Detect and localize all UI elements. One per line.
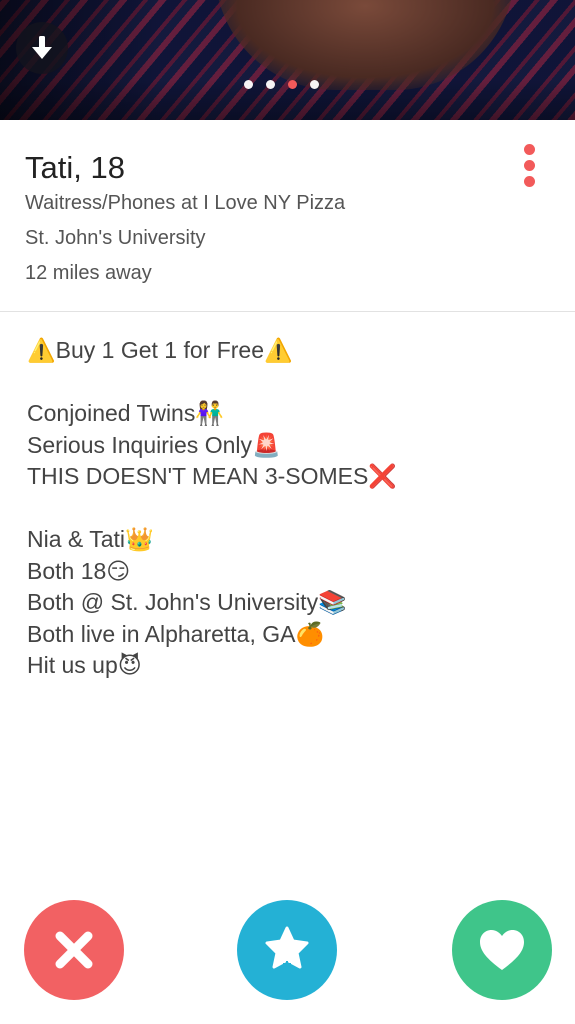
profile-bio: ⚠️Buy 1 Get 1 for Free⚠️ Conjoined Twins… [27, 335, 557, 682]
super-like-button[interactable] [237, 900, 337, 1000]
page-dot[interactable] [310, 80, 319, 89]
star-icon [265, 926, 309, 969]
bio-line: ⚠️Buy 1 Get 1 for Free⚠️ [27, 337, 293, 363]
more-options-button[interactable] [519, 142, 539, 194]
bio-line: Conjoined Twins👫 [27, 400, 224, 426]
arrow-down-icon [32, 36, 52, 59]
bio-line: THIS DOESN'T MEAN 3-SOMES❌ [27, 463, 397, 489]
bio-line: Both live in Alpharetta, GA🍊 [27, 620, 325, 647]
photo-detail [215, 0, 515, 90]
bio-line: Both @ St. John's University📚 [27, 589, 347, 615]
page-dot[interactable] [244, 80, 253, 89]
more-vertical-icon [523, 144, 535, 155]
profile-distance: 12 miles away [25, 262, 152, 284]
bio-line: Both 18😏 [27, 557, 131, 584]
download-button[interactable] [16, 22, 68, 74]
like-button[interactable] [452, 900, 552, 1000]
more-vertical-icon [523, 176, 535, 187]
photo-pagination [244, 80, 319, 89]
profile-school: St. John's University [25, 227, 206, 249]
nope-button[interactable] [24, 900, 124, 1000]
profile-name-age: Tati, 18 [25, 150, 125, 185]
profile-photo[interactable] [0, 0, 575, 120]
bio-line: Hit us up😈 [27, 652, 142, 678]
bio-line: Nia & Tati👑 [27, 526, 154, 552]
profile-header: Tati, 18 Waitress/Phones at I Love NY Pi… [0, 120, 575, 312]
action-bar [0, 900, 575, 1000]
profile-job: Waitress/Phones at I Love NY Pizza [25, 192, 346, 214]
page-dot[interactable] [266, 80, 275, 89]
page-dot-active[interactable] [288, 80, 297, 89]
x-icon [55, 931, 93, 969]
bio-line: Serious Inquiries Only🚨 [27, 431, 281, 458]
more-vertical-icon [523, 160, 535, 171]
heart-icon [480, 930, 524, 970]
